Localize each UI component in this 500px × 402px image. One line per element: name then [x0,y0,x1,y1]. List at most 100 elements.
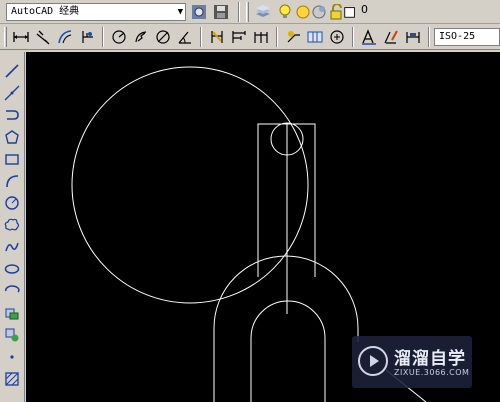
leader-icon [287,31,300,43]
point-icon [10,355,14,359]
dimension-style-value: ISO-25 [439,31,476,42]
layers-icon [256,5,270,17]
rectangle-tool-button[interactable] [3,150,21,168]
gear-icon [192,5,206,19]
ordinate-dimension-button[interactable] [78,28,96,46]
angular-dimension-button[interactable] [176,28,194,46]
insert-block-icon [5,308,19,320]
center-mark-icon [330,30,344,44]
separator [102,27,104,47]
dimension-text-edit-button[interactable] [382,28,400,46]
arc-tool-button[interactable] [3,172,21,190]
watermark-url: ZIXUE.3066.COM [394,368,470,377]
insert-block-tool-button[interactable] [3,304,21,322]
dim-aligned-icon [36,30,50,45]
baseline-dimension-button[interactable] [230,28,248,46]
aligned-dimension-button[interactable] [34,28,52,46]
linear-dimension-button[interactable] [12,28,30,46]
layer-viewport-freeze-toggle[interactable] [310,3,328,21]
ellipse-arc-icon [5,285,20,293]
polygon-icon [5,130,19,144]
continue-dimension-button[interactable] [252,28,270,46]
point-tool-button[interactable] [3,348,21,366]
polygon-tool-button[interactable] [3,128,21,146]
separator [200,27,202,47]
dimension-edit-button[interactable] [360,28,378,46]
arc-length-button[interactable] [56,28,74,46]
radius-dimension-button[interactable] [110,28,128,46]
revision-cloud-icon [4,218,20,231]
current-layer-name[interactable]: 0 [361,3,368,16]
arc-icon [6,175,19,188]
quick-dimension-button[interactable] [208,28,226,46]
tolerance-icon [307,31,323,43]
floppy-icon [214,5,228,19]
dimension-style-combo[interactable]: ISO-25 [434,28,500,46]
layer-color-swatch[interactable] [343,3,357,21]
dim-edit-icon [362,29,376,45]
hatch-icon [5,372,19,386]
color-swatch-icon [344,7,355,18]
ellipse-icon [4,264,20,274]
inner-arc-profile [250,300,326,402]
make-block-icon [5,328,19,342]
workspace-settings-button[interactable] [190,3,208,21]
construction-line-tool-button[interactable] [3,84,21,102]
dim-angular-icon [178,31,191,44]
dimension-update-button[interactable] [404,28,422,46]
outer-arc-profile [213,255,359,402]
ellipse-tool-button[interactable] [3,260,21,278]
toolbar-grip[interactable] [4,27,7,47]
dimension-toolbar: ISO-25 [0,24,500,50]
layer-on-toggle[interactable] [276,3,294,21]
dim-diameter-icon [156,30,170,44]
large-circle [71,66,309,304]
viewport-sun-icon [312,5,326,19]
layer-manager-button[interactable] [254,3,272,21]
dim-radius-icon [112,30,126,44]
sun-icon [296,5,310,19]
spline-icon [5,242,19,252]
line-icon [5,64,19,78]
tolerance-button[interactable] [306,28,324,46]
polyline-tool-button[interactable] [3,106,21,124]
construction-line-icon [4,85,20,101]
save-workspace-button[interactable] [212,3,230,21]
separator [276,27,278,47]
hatch-tool-button[interactable] [3,370,21,388]
center-mark-button[interactable] [328,28,346,46]
separator [238,2,240,22]
dim-ordinate-icon [82,31,93,43]
play-logo-icon [358,346,388,376]
dim-quick-icon [211,31,223,43]
watermark-brand: 溜溜自学 [394,349,466,369]
chevron-down-icon[interactable]: ▼ [178,4,183,20]
make-block-tool-button[interactable] [3,326,21,344]
rectangle-icon [5,154,19,165]
separator [428,27,430,47]
dim-continue-icon [254,32,268,43]
dim-arc-icon [58,30,72,44]
draw-toolbar [0,52,25,402]
revision-cloud-tool-button[interactable] [3,216,21,234]
dim-text-edit-icon [384,30,398,44]
workspace-combo[interactable]: AutoCAD 经典 ▼ [6,3,186,21]
workspace-combo-value: AutoCAD 经典 [11,6,80,17]
dim-jogged-icon [135,31,147,43]
circle-icon [5,196,19,210]
toolbar-grip[interactable] [246,2,249,22]
dim-linear-icon [13,32,29,42]
spline-tool-button[interactable] [3,238,21,256]
dim-baseline-icon [232,31,246,43]
watermark: 溜溜自学 ZIXUE.3066.COM [352,336,472,388]
circle-tool-button[interactable] [3,194,21,212]
diameter-dimension-button[interactable] [154,28,172,46]
jogged-dimension-button[interactable] [132,28,150,46]
line-tool-button[interactable] [3,62,21,80]
workspace-toolbar: AutoCAD 经典 ▼ 0 [0,0,500,24]
dim-update-icon [406,32,420,43]
quick-leader-button[interactable] [284,28,302,46]
polyline-icon [6,110,19,120]
separator [352,27,354,47]
ellipse-arc-tool-button[interactable] [3,282,21,300]
